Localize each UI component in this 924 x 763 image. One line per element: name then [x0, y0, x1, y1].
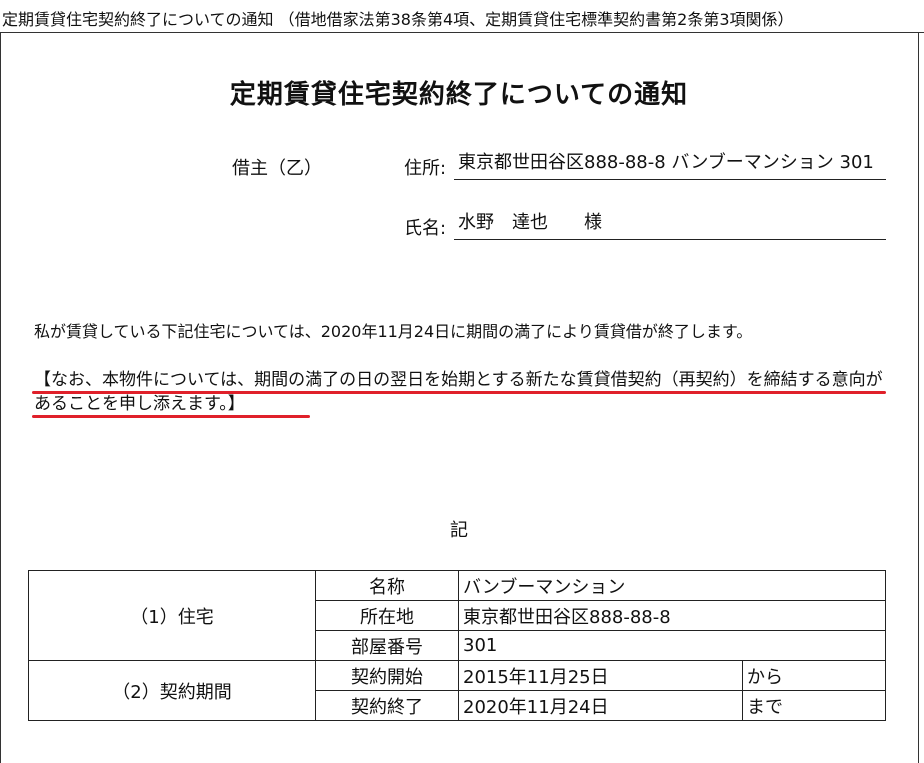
contract-end-value: 2020年11月24日	[458, 690, 743, 721]
contract-start-suffix: から	[742, 660, 886, 691]
contract-detail-table: （1）住宅 名称 バンブーマンション 所在地 東京都世田谷区888-88-8 部…	[28, 570, 886, 721]
housing-label: （1）住宅	[28, 570, 316, 661]
ki-heading: 記	[450, 520, 468, 541]
frame-top-border	[0, 32, 924, 33]
contract-start-value: 2015年11月25日	[458, 660, 743, 691]
contract-period-label: （2）契約期間	[28, 660, 316, 721]
document-title: 定期賃貸住宅契約終了についての通知	[229, 80, 689, 110]
red-underline-line2	[32, 415, 310, 418]
address-label: 住所:	[404, 158, 447, 179]
document-page: 定期賃貸住宅契約終了についての通知 （借地借家法第38条第4項、定期賃貸住宅標準…	[0, 0, 924, 763]
red-underline-line1	[32, 391, 886, 394]
location-label: 所在地	[315, 600, 459, 631]
name-label: 氏名:	[404, 218, 447, 239]
address-field: 東京都世田谷区888-88-8 バンブーマンション 301	[454, 150, 886, 180]
header-caption: 定期賃貸住宅契約終了についての通知 （借地借家法第38条第4項、定期賃貸住宅標準…	[2, 10, 794, 29]
frame-right-border	[918, 32, 919, 763]
room-number-value: 301	[458, 630, 886, 661]
table-row: （2）契約期間 契約開始 2015年11月25日 から	[28, 660, 886, 721]
location-value: 東京都世田谷区888-88-8	[458, 600, 886, 631]
notice-paragraph: 私が賃貸している下記住宅については、2020年11月24日に期間の満了により賃貸…	[34, 322, 753, 341]
lessee-label: 借主（乙）	[232, 158, 322, 179]
table-row: （1）住宅 名称 バンブーマンション	[28, 570, 886, 661]
room-number-label: 部屋番号	[315, 630, 459, 661]
name-field: 水野 達也 様	[454, 210, 886, 240]
frame-left-border	[0, 32, 1, 763]
property-name-value: バンブーマンション	[458, 570, 886, 601]
contract-end-label: 契約終了	[315, 690, 459, 721]
contract-start-label: 契約開始	[315, 660, 459, 691]
property-name-label: 名称	[315, 570, 459, 601]
contract-end-suffix: まで	[742, 690, 886, 721]
